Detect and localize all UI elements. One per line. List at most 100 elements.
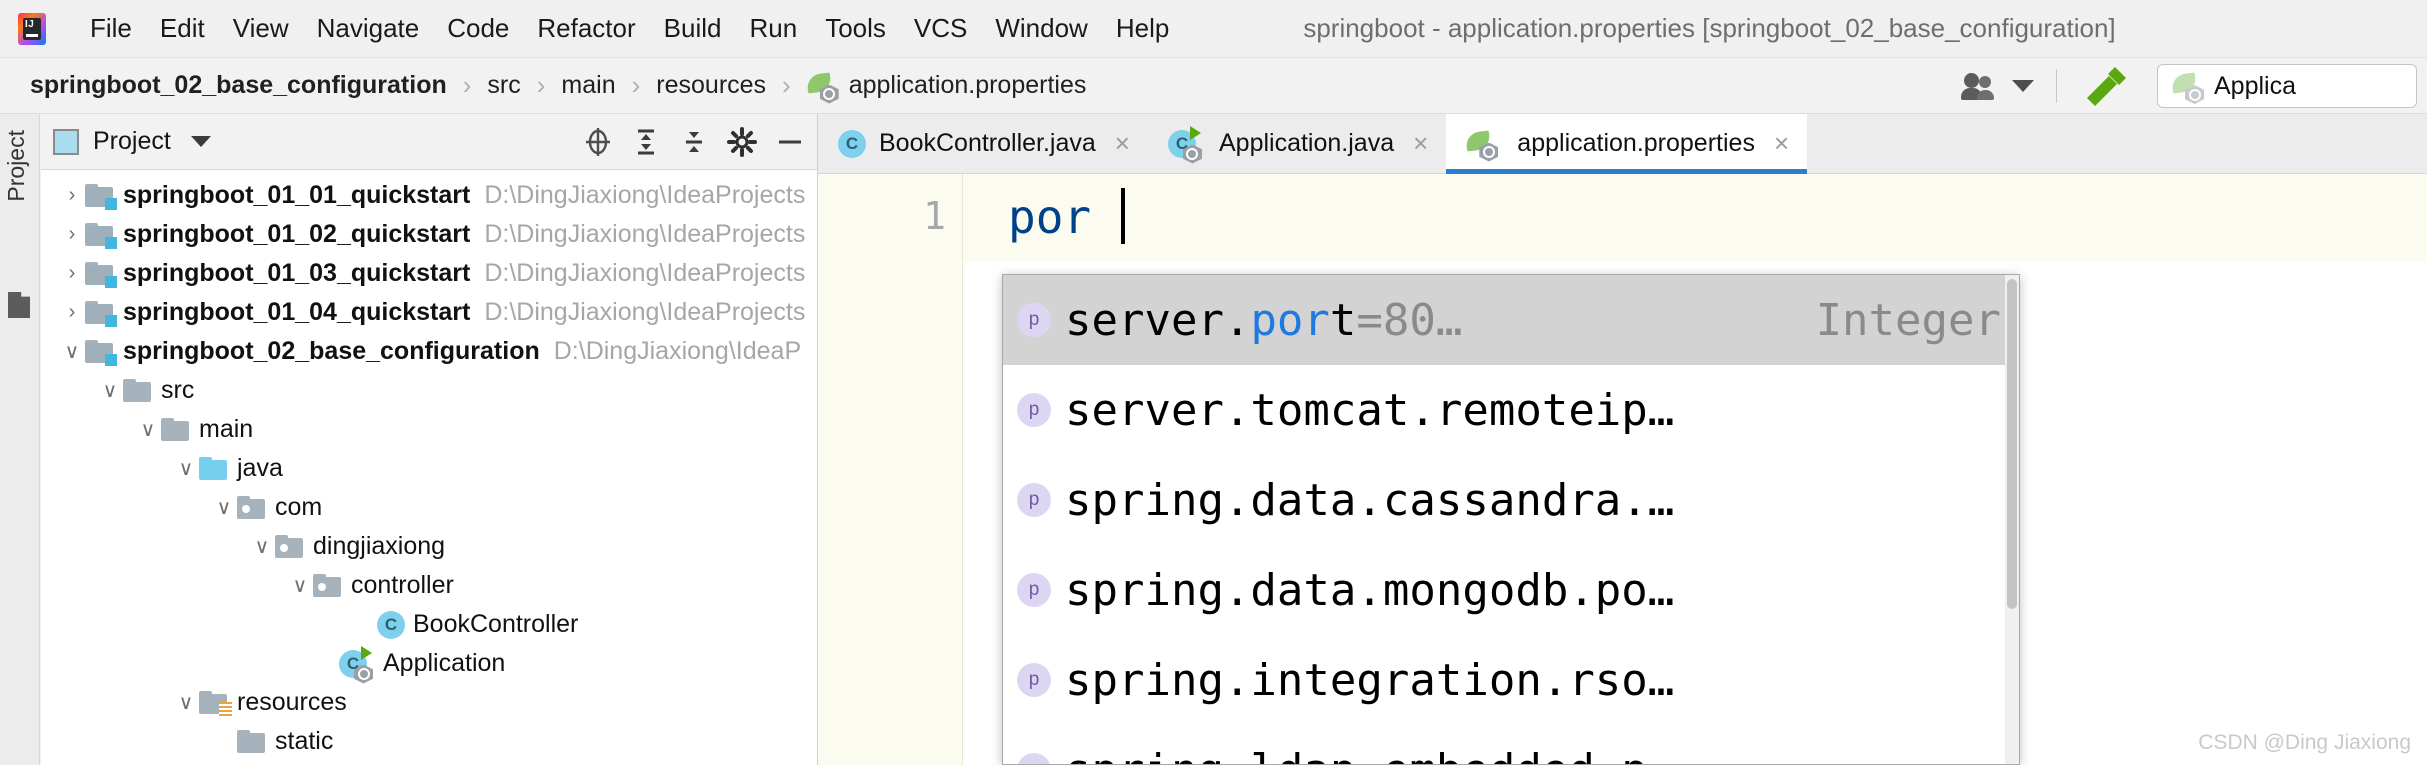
left-tool-window-strip: Project: [0, 114, 40, 765]
toolbar-divider: [2056, 69, 2057, 103]
chevron-down-icon[interactable]: ∨: [173, 690, 199, 715]
tree-item-resources[interactable]: ∨ resources: [41, 683, 817, 722]
folder-icon: [123, 378, 153, 403]
run-configuration-selector[interactable]: Applica: [2157, 64, 2417, 108]
menu-tools-label: Tools: [825, 13, 886, 43]
tree-item-springboot-02-base-configuration[interactable]: ∨ springboot_02_base_configuration D:\Di…: [41, 332, 817, 371]
project-tool-window: Project › springboot_01_01_quickstart D:…: [41, 114, 818, 765]
completion-match: por: [1250, 294, 1330, 346]
tree-item-main[interactable]: ∨ main: [41, 410, 817, 449]
completion-item-spring-data-mongodb-port[interactable]: p spring.data.mongodb.po…: [1003, 545, 2019, 635]
tree-item-java[interactable]: ∨ java: [41, 449, 817, 488]
completion-value: =80…: [1356, 294, 1463, 346]
tree-item-com[interactable]: ∨ com: [41, 488, 817, 527]
tree-item-path: D:\DingJiaxiong\IdeaProjects: [484, 298, 806, 326]
close-icon[interactable]: ×: [1413, 128, 1428, 159]
collapse-all-icon[interactable]: [679, 127, 709, 157]
spring-icon: [2170, 72, 2204, 104]
menu-code[interactable]: Code: [433, 9, 523, 49]
chevron-down-icon[interactable]: ∨: [135, 417, 161, 442]
completion-item-server-port[interactable]: p server.port=80… Integer: [1003, 275, 2019, 365]
menu-window[interactable]: Window: [981, 9, 1101, 49]
completion-item-server-tomcat-remoteip[interactable]: p server.tomcat.remoteip…: [1003, 365, 2019, 455]
folder-icon: [237, 729, 267, 754]
chevron-down-icon[interactable]: ∨: [211, 495, 237, 520]
breadcrumb-file[interactable]: application.properties: [801, 69, 1093, 104]
completion-item-spring-integration-rsocket[interactable]: p spring.integration.rso…: [1003, 635, 2019, 725]
module-folder-icon: [85, 339, 117, 366]
tab-application-java[interactable]: C Application.java ×: [1148, 114, 1446, 173]
chevron-right-icon[interactable]: ›: [59, 262, 85, 285]
module-folder-icon: [85, 261, 117, 288]
scrollbar-thumb[interactable]: [2007, 279, 2017, 609]
menu-tools[interactable]: Tools: [811, 9, 900, 49]
menu-navigate-label: Navigate: [316, 13, 420, 43]
tree-item-bookcontroller[interactable]: C BookController: [41, 605, 817, 644]
menu-build[interactable]: Build: [650, 9, 736, 49]
property-badge-icon: p: [1017, 573, 1051, 607]
completion-item-spring-data-cassandra[interactable]: p spring.data.cassandra.…: [1003, 455, 2019, 545]
tree-item-path: D:\DingJiaxiong\IdeaProjects: [484, 181, 806, 209]
breadcrumb-project[interactable]: springboot_02_base_configuration: [24, 69, 453, 102]
tree-item-springboot-01-02[interactable]: › springboot_01_02_quickstart D:\DingJia…: [41, 215, 817, 254]
hide-panel-icon[interactable]: [775, 127, 805, 157]
module-folder-icon: [85, 300, 117, 327]
chevron-right-icon[interactable]: ›: [59, 223, 85, 246]
tree-item-application[interactable]: C Application: [41, 644, 817, 684]
chevron-right-icon[interactable]: ›: [59, 184, 85, 207]
menu-view[interactable]: View: [219, 9, 303, 49]
tab-bookcontroller-java[interactable]: C BookController.java ×: [818, 114, 1148, 173]
user-switch-button[interactable]: [1960, 69, 2034, 103]
chevron-down-icon[interactable]: [190, 136, 211, 147]
menu-navigate[interactable]: Navigate: [303, 9, 434, 49]
breadcrumb-src[interactable]: src: [481, 69, 526, 102]
chevron-down-icon[interactable]: ∨: [173, 456, 199, 481]
chevron-down-icon[interactable]: ∨: [97, 378, 123, 403]
tree-item-src[interactable]: ∨ src: [41, 371, 817, 410]
tree-item-springboot-01-03[interactable]: › springboot_01_03_quickstart D:\DingJia…: [41, 254, 817, 293]
completion-item-type: Integer: [1815, 294, 2001, 346]
close-icon[interactable]: ×: [1115, 128, 1130, 159]
menu-file[interactable]: File: [76, 9, 146, 49]
tree-item-dingjiaxiong[interactable]: ∨ dingjiaxiong: [41, 527, 817, 566]
build-hammer-icon[interactable]: [2079, 63, 2131, 109]
structure-tool-icon[interactable]: [8, 292, 30, 318]
completion-item-text: server.port=80…: [1065, 295, 1462, 346]
menu-vcs[interactable]: VCS: [900, 9, 981, 49]
close-icon[interactable]: ×: [1774, 128, 1789, 159]
tree-item-springboot-01-01[interactable]: › springboot_01_01_quickstart D:\DingJia…: [41, 176, 817, 215]
menu-edit[interactable]: Edit: [146, 9, 219, 49]
tree-item-label: java: [237, 454, 283, 482]
completion-scrollbar[interactable]: [2005, 275, 2019, 764]
tree-item-springboot-01-04[interactable]: › springboot_01_04_quickstart D:\DingJia…: [41, 293, 817, 332]
tree-item-static[interactable]: static: [41, 722, 817, 761]
tree-item-controller[interactable]: ∨ controller: [41, 566, 817, 605]
chevron-down-icon[interactable]: ∨: [287, 573, 313, 598]
chevron-down-icon[interactable]: ∨: [249, 534, 275, 559]
class-icon: C: [377, 610, 405, 639]
watermark: CSDN @Ding Jiaxiong: [2198, 731, 2411, 754]
completion-prefix: server.: [1065, 294, 1251, 346]
editor-tab-bar: C BookController.java × C Application.ja…: [818, 114, 2427, 174]
tab-application-properties[interactable]: application.properties ×: [1446, 114, 1808, 174]
menu-help[interactable]: Help: [1102, 9, 1183, 49]
tree-item-label: resources: [237, 688, 347, 716]
gear-icon[interactable]: [727, 126, 757, 157]
breadcrumb-main[interactable]: main: [555, 69, 621, 102]
locate-icon[interactable]: [583, 127, 613, 157]
breadcrumb-resources-label: resources: [656, 71, 767, 99]
chevron-right-icon[interactable]: ›: [59, 301, 85, 324]
module-folder-icon: [85, 183, 117, 210]
tool-window-button-project[interactable]: Project: [3, 130, 30, 202]
breadcrumb-resources[interactable]: resources: [650, 69, 772, 102]
breadcrumb-bar: springboot_02_base_configuration › src ›…: [0, 58, 2427, 114]
expand-all-icon[interactable]: [631, 127, 661, 157]
module-folder-icon: [85, 222, 117, 249]
code-completion-popup[interactable]: p server.port=80… Integer p server.tomca…: [1002, 274, 2020, 765]
chevron-down-icon[interactable]: ∨: [59, 339, 85, 364]
menu-run[interactable]: Run: [735, 9, 811, 49]
completion-item-spring-ldap-embedded-port[interactable]: p spring.ldap.embedded.p: [1003, 725, 2019, 764]
breadcrumb-file-label: application.properties: [848, 71, 1087, 99]
resources-folder-icon: [199, 690, 232, 716]
menu-refactor[interactable]: Refactor: [523, 9, 649, 49]
